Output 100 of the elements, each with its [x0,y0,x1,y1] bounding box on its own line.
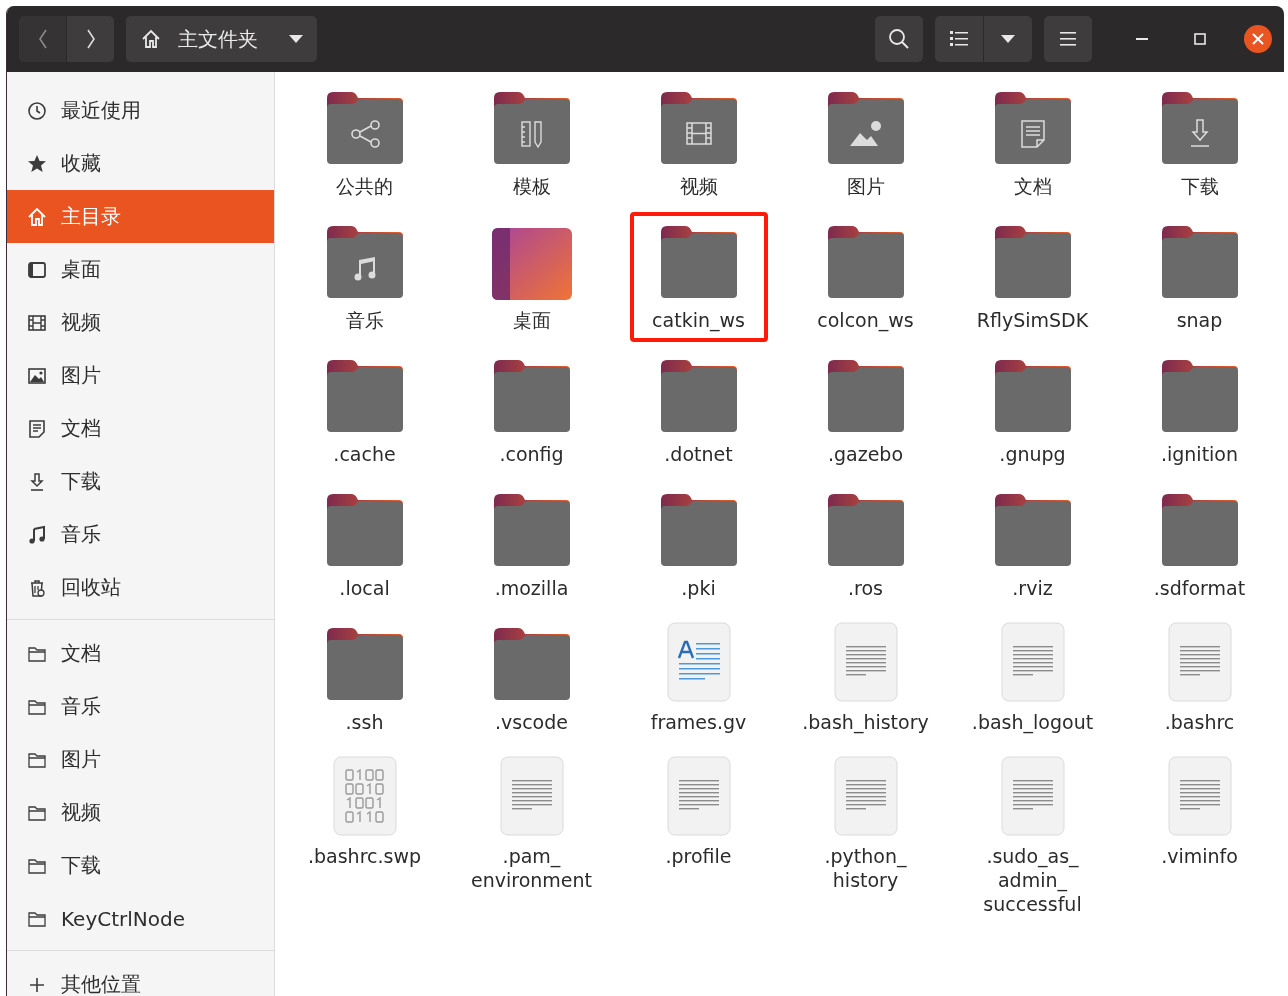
file-item[interactable]: .pki [629,480,768,610]
file-item[interactable]: .ros [796,480,935,610]
file-name: 文档 [1013,174,1052,198]
menu-button[interactable] [1044,16,1092,62]
file-name: 桌面 [512,308,551,332]
file-item[interactable]: .gnupg [963,346,1102,476]
text-file-icon [666,756,731,836]
ruler-pencil-folder-icon [491,90,572,166]
file-name: catkin_ws [652,308,745,332]
file-name: .viminfo [1161,844,1238,868]
sidebar-item[interactable]: 桌面 [7,243,274,296]
sidebar-item[interactable]: 音乐 [7,508,274,561]
clock-icon [27,100,47,121]
folder-icon [491,626,572,702]
maximize-icon [1194,33,1206,45]
file-item[interactable]: .bash_logout [963,614,1102,744]
file-name: .python_ history [824,844,907,892]
file-item[interactable]: .sudo_as_ admin_ successful [963,748,1102,926]
file-name: 下载 [1180,174,1219,198]
sidebar-item[interactable]: 文档 [7,627,274,680]
file-item[interactable]: .sdformat [1130,480,1269,610]
text-file-icon [1000,756,1065,836]
sidebar-item[interactable]: 主目录 [7,190,274,243]
file-name: frames.gv [650,710,747,734]
sidebar-item[interactable]: 图片 [7,733,274,786]
file-item[interactable]: 文档 [963,78,1102,208]
sidebar-item[interactable]: 最近使用 [7,84,274,137]
file-name: .dotnet [664,442,733,466]
folder-icon [491,358,572,434]
file-name: RflySimSDK [976,308,1089,332]
file-item[interactable]: .python_ history [796,748,935,902]
file-name: .gnupg [999,442,1066,466]
sidebar-item[interactable]: 回收站 [7,561,274,614]
file-name: .sudo_as_ admin_ successful [983,844,1082,916]
file-item[interactable]: snap [1130,212,1269,342]
sidebar-item[interactable]: KeyCtrlNode [7,892,274,945]
sidebar-item[interactable]: 收藏 [7,137,274,190]
file-item[interactable]: colcon_ws [796,212,935,342]
sidebar-item[interactable]: 文档 [7,402,274,455]
file-item[interactable]: .profile [629,748,768,878]
star-icon [27,153,47,174]
file-item[interactable]: RflySimSDK [963,212,1102,342]
file-item[interactable]: 模板 [462,78,601,208]
location-button[interactable]: 主文件夹 [126,16,317,62]
film-icon [27,312,47,333]
file-item[interactable]: .bash_history [796,614,935,744]
list-view-button[interactable] [935,16,983,62]
file-name: .ros [848,576,883,600]
file-item[interactable]: .pam_ environment [462,748,601,902]
folder-icon [825,358,906,434]
view-options-button[interactable] [984,16,1032,62]
file-item[interactable]: .bashrc.swp [295,748,434,878]
file-item[interactable]: .viminfo [1130,748,1269,878]
text-file-icon [833,622,898,702]
file-item[interactable]: .ignition [1130,346,1269,476]
file-name: colcon_ws [817,308,914,332]
film-folder-icon [658,90,739,166]
home-icon [140,28,162,50]
text-file-icon [1167,756,1232,836]
binary-file-icon [332,756,397,836]
sidebar-item[interactable]: 视频 [7,786,274,839]
folder-icon [992,224,1073,300]
file-name: .gazebo [827,442,904,466]
file-item[interactable]: .ssh [295,614,434,744]
file-item[interactable]: .mozilla [462,480,601,610]
file-item[interactable]: .bashrc [1130,614,1269,744]
file-name: .sdformat [1153,576,1246,600]
file-item[interactable]: .vscode [462,614,601,744]
close-button[interactable] [1244,25,1272,53]
sidebar-item[interactable]: 下载 [7,455,274,508]
menu-icon [1060,32,1076,46]
sidebar-item[interactable]: 下载 [7,839,274,892]
file-item[interactable]: 视频 [629,78,768,208]
folder-icon [324,492,405,568]
file-item[interactable]: .config [462,346,601,476]
sidebar-item[interactable]: 视频 [7,296,274,349]
folder-icon [324,358,405,434]
text-file-icon [1000,622,1065,702]
file-item[interactable]: .dotnet [629,346,768,476]
file-name: .vscode [495,710,568,734]
file-item[interactable]: 音乐 [295,212,434,342]
file-name: .pam_ environment [471,844,592,892]
file-item[interactable]: .gazebo [796,346,935,476]
caret-icon [1001,35,1015,43]
sidebar-item[interactable]: 音乐 [7,680,274,733]
file-item[interactable]: 下载 [1130,78,1269,208]
file-item[interactable]: frames.gv [629,614,768,744]
sidebar-item[interactable]: 图片 [7,349,274,402]
file-item[interactable]: .local [295,480,434,610]
caret-icon [289,35,303,43]
file-item[interactable]: .rviz [963,480,1102,610]
file-item[interactable]: 公共的 [295,78,434,208]
file-item[interactable]: 图片 [796,78,935,208]
sidebar-item[interactable]: 其他位置 [7,958,274,996]
desktop-icon [27,259,47,280]
search-button[interactable] [875,16,923,62]
file-item[interactable]: 桌面 [462,212,601,342]
file-name: .ssh [345,710,384,734]
file-item[interactable]: .cache [295,346,434,476]
file-item[interactable]: catkin_ws [629,212,768,342]
